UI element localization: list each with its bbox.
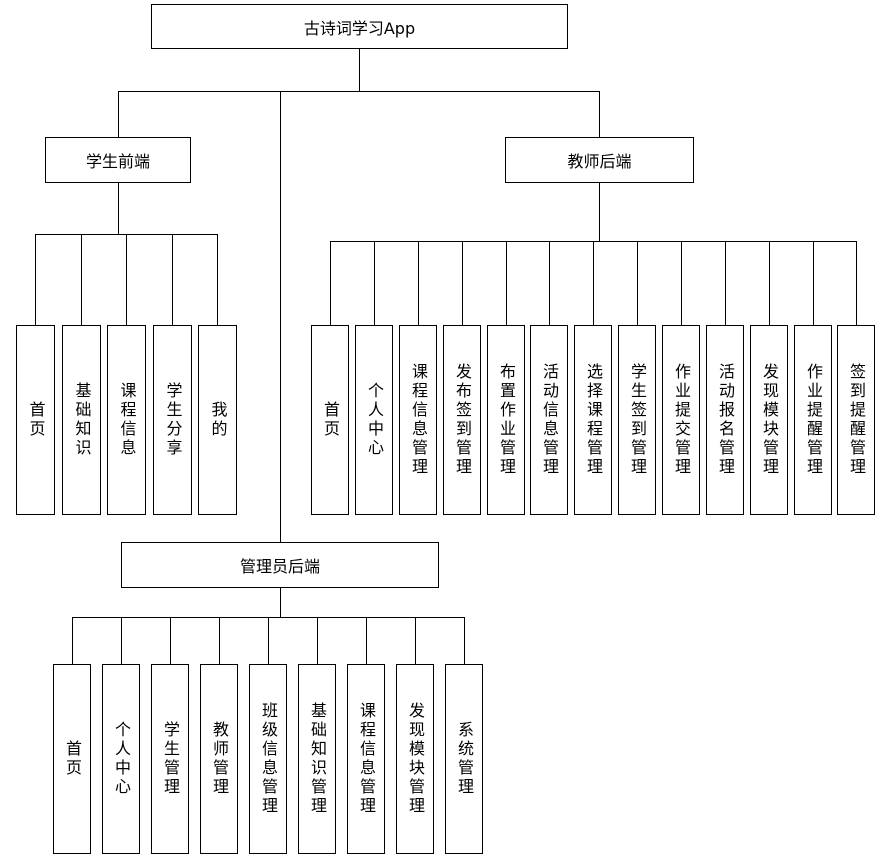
teacher-backend-node: 教师后端	[505, 137, 694, 183]
connector	[769, 241, 770, 325]
module-label: 个人中心	[365, 382, 384, 458]
connector	[118, 91, 119, 137]
connector	[359, 49, 360, 92]
teacher-module: 作业提交管理	[662, 325, 700, 515]
connector	[317, 617, 318, 664]
connector	[462, 241, 463, 325]
teacher-module: 作业提醒管理	[794, 325, 832, 515]
module-label: 教师管理	[210, 721, 229, 797]
teacher-module: 学生签到管理	[618, 325, 656, 515]
module-label: 发现模块管理	[406, 702, 425, 816]
module-label: 系统管理	[455, 721, 474, 797]
student-module: 我的	[198, 325, 237, 515]
module-label: 学生管理	[161, 721, 180, 797]
module-label: 活动信息管理	[540, 363, 559, 477]
connector	[118, 91, 600, 92]
module-label: 基础知识管理	[308, 702, 327, 816]
module-label: 作业提交管理	[672, 363, 691, 477]
student-module: 首页	[16, 325, 55, 515]
connector	[856, 241, 857, 325]
module-label: 选择课程管理	[584, 363, 603, 477]
connector	[118, 183, 119, 235]
connector	[593, 241, 594, 325]
connector	[280, 588, 281, 618]
admin-module: 班级信息管理	[249, 664, 287, 854]
module-label: 课程信息	[117, 382, 137, 458]
module-label: 基础知识	[72, 382, 92, 458]
teacher-module: 布置作业管理	[487, 325, 525, 515]
connector	[681, 241, 682, 325]
connector	[330, 241, 331, 325]
teacher-module: 签到提醒管理	[837, 325, 875, 515]
module-label: 首页	[63, 740, 82, 778]
module-label: 发布签到管理	[453, 363, 472, 477]
admin-module: 个人中心	[102, 664, 140, 854]
connector	[35, 234, 36, 325]
connector	[366, 617, 367, 664]
teacher-module: 发现模块管理	[750, 325, 788, 515]
module-label: 我的	[208, 401, 228, 439]
connector	[418, 241, 419, 325]
connector	[637, 241, 638, 325]
module-label: 班级信息管理	[259, 702, 278, 816]
teacher-module: 活动报名管理	[706, 325, 744, 515]
connector	[219, 617, 220, 664]
connector	[81, 234, 82, 325]
teacher-module: 活动信息管理	[530, 325, 568, 515]
connector	[72, 617, 73, 664]
module-label: 发现模块管理	[760, 363, 779, 477]
teacher-backend-label: 教师后端	[567, 152, 632, 171]
connector	[170, 617, 171, 664]
admin-module: 教师管理	[200, 664, 238, 854]
admin-module: 课程信息管理	[347, 664, 385, 854]
module-structure-diagram: 古诗词学习App 学生前端 教师后端 管理员后端 首页 基础知识 课程信息 学生…	[0, 0, 879, 858]
connector	[506, 241, 507, 325]
teacher-module: 个人中心	[355, 325, 393, 515]
connector	[415, 617, 416, 664]
teacher-module: 课程信息管理	[399, 325, 437, 515]
module-label: 作业提醒管理	[804, 363, 823, 477]
connector	[126, 234, 127, 325]
student-module: 基础知识	[62, 325, 101, 515]
admin-module: 首页	[53, 664, 91, 854]
admin-module: 学生管理	[151, 664, 189, 854]
teacher-module: 首页	[311, 325, 349, 515]
module-label: 首页	[321, 401, 340, 439]
teacher-module: 选择课程管理	[574, 325, 612, 515]
root-label: 古诗词学习App	[303, 18, 416, 38]
module-label: 布置作业管理	[497, 363, 516, 477]
connector	[549, 241, 550, 325]
module-label: 课程信息管理	[357, 702, 376, 816]
student-module: 学生分享	[153, 325, 192, 515]
module-label: 课程信息管理	[409, 363, 428, 477]
connector	[813, 241, 814, 325]
admin-module: 系统管理	[445, 664, 483, 854]
module-label: 活动报名管理	[716, 363, 735, 477]
connector	[599, 183, 600, 242]
connector	[268, 617, 269, 664]
connector	[172, 234, 173, 325]
student-frontend-label: 学生前端	[85, 152, 150, 171]
connector	[121, 617, 122, 664]
connector	[280, 91, 281, 542]
student-frontend-node: 学生前端	[45, 137, 191, 183]
connector	[725, 241, 726, 325]
connector	[464, 617, 465, 664]
module-label: 首页	[26, 401, 46, 439]
module-label: 个人中心	[112, 721, 131, 797]
admin-backend-node: 管理员后端	[121, 542, 439, 588]
admin-module: 发现模块管理	[396, 664, 434, 854]
module-label: 签到提醒管理	[847, 363, 866, 477]
connector	[217, 234, 218, 325]
teacher-module: 发布签到管理	[443, 325, 481, 515]
admin-backend-label: 管理员后端	[239, 557, 320, 576]
module-label: 学生分享	[163, 382, 183, 458]
root-node: 古诗词学习App	[151, 4, 568, 49]
student-module: 课程信息	[107, 325, 146, 515]
connector	[599, 91, 600, 137]
connector	[374, 241, 375, 325]
module-label: 学生签到管理	[628, 363, 647, 477]
admin-module: 基础知识管理	[298, 664, 336, 854]
